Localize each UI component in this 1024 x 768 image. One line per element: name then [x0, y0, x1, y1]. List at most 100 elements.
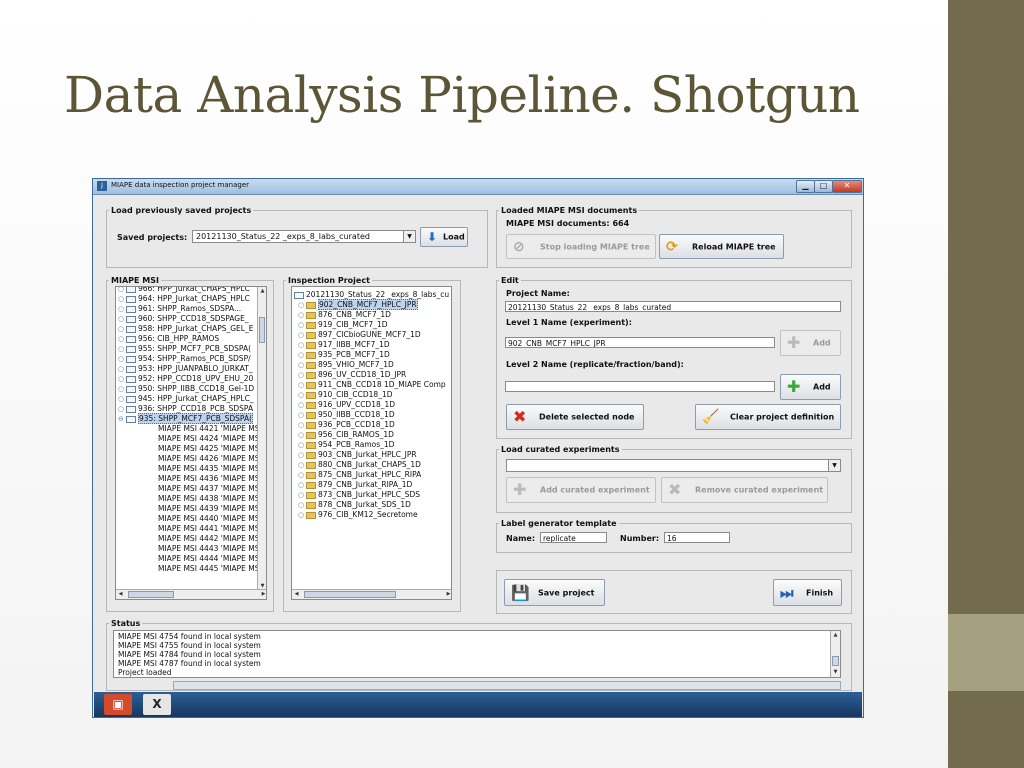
scroll-right-icon[interactable]: ▶ [444, 590, 451, 599]
expand-knob-icon[interactable]: ○ [298, 310, 306, 320]
expand-knob-icon[interactable]: ○ [298, 350, 306, 360]
expand-knob-icon[interactable]: ○ [298, 490, 306, 500]
expand-knob-icon[interactable]: ○ [298, 450, 306, 460]
inspection-tree-item[interactable]: ○ 878_CNB_Jurkat_SDS_1D [298, 500, 411, 510]
miape-tree-vscroll[interactable]: ▲ ▼ [257, 287, 266, 591]
miape-child-item[interactable]: MIAPE MSI 4438 'MIAPE MS [146, 494, 260, 504]
expand-knob-icon[interactable]: ○ [298, 440, 306, 450]
inspection-tree-item[interactable]: ○ 956_CIB_RAMOS_1D [298, 430, 394, 440]
expand-knob-icon[interactable]: ○ [298, 380, 306, 390]
expand-knob-icon[interactable]: ○ [118, 304, 126, 314]
miape-tree-item[interactable]: ○ 945: HPP_Jurkat_CHAPS_HPLC_ [118, 394, 254, 404]
inspection-tree-item[interactable]: ○ 879_CNB_Jurkat_RIPA_1D [298, 480, 412, 490]
stop-loading-button[interactable]: ⊘ Stop loading MIAPE tree [506, 234, 656, 259]
finish-button[interactable]: ⏭ Finish [773, 579, 842, 606]
minimize-button[interactable]: ▁ [796, 180, 815, 193]
window-titlebar[interactable]: J MIAPE data inspection project manager … [93, 179, 863, 195]
inspection-tree-item[interactable]: ○ 903_CNB_Jurkat_HPLC_JPR [298, 450, 417, 460]
remove-curated-button[interactable]: ✖ Remove curated experiment [661, 477, 828, 503]
miape-tree-item[interactable]: ○ 960: SHPP_CCD18_SDSPAGE_ [118, 314, 249, 324]
scroll-up-icon[interactable]: ▲ [831, 631, 840, 640]
collapse-knob-icon[interactable]: ⊖ [118, 414, 126, 424]
expand-knob-icon[interactable]: ○ [298, 510, 306, 520]
inspection-tree-item[interactable]: ○ 910_CIB_CCD18_1D [298, 390, 393, 400]
expand-knob-icon[interactable]: ○ [118, 384, 126, 394]
miape-tree[interactable]: ○ 966: HPP_Jurkat_CHAPS_HPLC ○ 964: HPP_Jur… [115, 286, 267, 600]
presentation-app-icon[interactable]: ▣ [104, 694, 132, 715]
load-button[interactable]: ⬇ Load [420, 227, 468, 247]
expand-knob-icon[interactable]: ○ [118, 394, 126, 404]
number-input[interactable]: 16 [664, 532, 730, 543]
status-vscroll[interactable]: ▲ ▼ [830, 631, 840, 677]
expand-knob-icon[interactable]: ○ [118, 287, 126, 294]
miape-tree-item[interactable]: ○ 954: SHPP_Ramos_PCB_SDSP/ [118, 354, 251, 364]
miape-tree-item[interactable]: ○ 953: HPP_JUANPABLO_JURKAT_ [118, 364, 253, 374]
miape-tree-item[interactable]: ○ 958: HPP_Jurkat_CHAPS_GEL_E [118, 324, 253, 334]
miape-tree-hscroll[interactable]: ◀ ▶ [116, 589, 266, 599]
miape-child-item[interactable]: MIAPE MSI 4426 'MIAPE MSI [146, 454, 262, 464]
scroll-up-icon[interactable]: ▲ [258, 287, 266, 296]
inspection-tree-item[interactable]: ○ 954_PCB_Ramos_1D [298, 440, 394, 450]
scroll-right-icon[interactable]: ▶ [259, 590, 266, 599]
inspection-tree-item[interactable]: ○ 902_CNB_MCF7_HPLC_JPR [298, 299, 418, 310]
level1-input[interactable]: 902_CNB_MCF7_HPLC_JPR [505, 337, 775, 348]
inspection-tree-item[interactable]: ○ 911_CNB_CCD18 1D_MIAPE Comp [298, 380, 446, 390]
inspection-tree-hscroll[interactable]: ◀ ▶ [292, 589, 451, 599]
miape-child-item[interactable]: MIAPE MSI 4440 'MIAPE MS [146, 514, 260, 524]
inspection-tree-item[interactable]: ○ 919_CIB_MCF7_1D [298, 320, 388, 330]
expand-knob-icon[interactable]: ○ [298, 320, 306, 330]
miape-child-item[interactable]: MIAPE MSI 4443 'MIAPE MS [146, 544, 260, 554]
expand-knob-icon[interactable]: ○ [298, 470, 306, 480]
save-project-button[interactable]: 💾 Save project [504, 579, 605, 606]
inspection-tree-item[interactable]: ○ 950_IIBB_CCD18_1D [298, 410, 395, 420]
chevron-down-icon[interactable]: ▼ [403, 231, 415, 242]
inspection-tree-item[interactable]: ○ 935_PCB_MCF7_1D [298, 350, 390, 360]
expand-knob-icon[interactable]: ○ [118, 404, 126, 414]
expand-knob-icon[interactable]: ○ [118, 324, 126, 334]
curated-select[interactable]: ▼ [506, 459, 841, 472]
close-button[interactable]: ✕ [832, 180, 862, 193]
miape-child-item[interactable]: MIAPE MSI 4444 'MIAPE MS [146, 554, 260, 564]
add-level1-button[interactable]: ✚ Add [780, 330, 841, 356]
expand-knob-icon[interactable]: ○ [118, 314, 126, 324]
inspection-tree-item[interactable]: ○ 896_UV_CCD18_1D_JPR [298, 370, 406, 380]
miape-tree-item[interactable]: ○ 952: HPP_CCD18_UPV_EHU_20 [118, 374, 253, 384]
status-log[interactable]: MIAPE MSI 4754 found in local system MIAP… [113, 630, 841, 678]
expand-knob-icon[interactable]: ○ [298, 420, 306, 430]
project-name-input[interactable]: 20121130_Status_22 _exps_8_labs_curated [505, 301, 841, 312]
maximize-button[interactable]: □ [814, 180, 833, 193]
saved-projects-select[interactable]: 20121130_Status_22 _exps_8_labs_curated … [192, 230, 416, 243]
miape-child-item[interactable]: MIAPE MSI 4436 'MIAPE MS [146, 474, 260, 484]
expand-knob-icon[interactable]: ○ [298, 360, 306, 370]
expand-knob-icon[interactable]: ○ [298, 500, 306, 510]
expand-knob-icon[interactable]: ○ [298, 480, 306, 490]
miape-tree-item[interactable]: ○ 955: SHPP_MCF7_PCB_SDSPA( [118, 344, 251, 354]
miape-child-item[interactable]: MIAPE MSI 4439 'MIAPE MS [146, 504, 260, 514]
expand-knob-icon[interactable]: ○ [298, 460, 306, 470]
scroll-left-icon[interactable]: ◀ [116, 590, 125, 599]
miape-child-item[interactable]: MIAPE MSI 4442 'MIAPE MS [146, 534, 260, 544]
miape-tree-item[interactable]: ⊖ 935: SHPP_MCF7_PCB_SDSPA( [118, 413, 254, 424]
level2-input[interactable] [505, 381, 775, 392]
expand-knob-icon[interactable]: ○ [118, 334, 126, 344]
inspection-tree-item[interactable]: ○ 917_IIBB_MCF7_1D [298, 340, 390, 350]
miape-tree-item[interactable]: ○ 964: HPP_Jurkat_CHAPS_HPLC [118, 294, 250, 304]
add-level2-button[interactable]: ✚ Add [780, 374, 841, 400]
scroll-left-icon[interactable]: ◀ [292, 590, 301, 599]
x11-app-icon[interactable]: X [143, 694, 171, 715]
status-vscroll-thumb[interactable] [832, 656, 839, 666]
expand-knob-icon[interactable]: ○ [118, 344, 126, 354]
inspection-tree-item[interactable]: ○ 895_VHIO_MCF7_1D [298, 360, 394, 370]
miape-vscroll-thumb[interactable] [259, 317, 265, 343]
inspection-tree-item[interactable]: ○ 976_CIB_KM12_Secretome [298, 510, 418, 520]
inspection-tree-item[interactable]: ○ 897_CICbioGUNE_MCF7_1D [298, 330, 421, 340]
inspection-tree-item[interactable]: ○ 873_CNB_Jurkat_HPLC_SDS [298, 490, 420, 500]
reload-tree-button[interactable]: ⟳ Reload MIAPE tree [659, 234, 784, 259]
expand-knob-icon[interactable]: ○ [298, 390, 306, 400]
inspection-tree-item[interactable]: ○ 880_CNB_Jurkat_CHAPS_1D [298, 460, 421, 470]
expand-knob-icon[interactable]: ○ [118, 364, 126, 374]
expand-knob-icon[interactable]: ○ [298, 410, 306, 420]
miape-child-item[interactable]: MIAPE MSI 4441 'MIAPE MS [146, 524, 260, 534]
miape-child-item[interactable]: MIAPE MSI 4435 'MIAPE MSI [146, 464, 262, 474]
inspection-tree-item[interactable]: ○ 875_CNB_Jurkat_HPLC_RIPA [298, 470, 421, 480]
